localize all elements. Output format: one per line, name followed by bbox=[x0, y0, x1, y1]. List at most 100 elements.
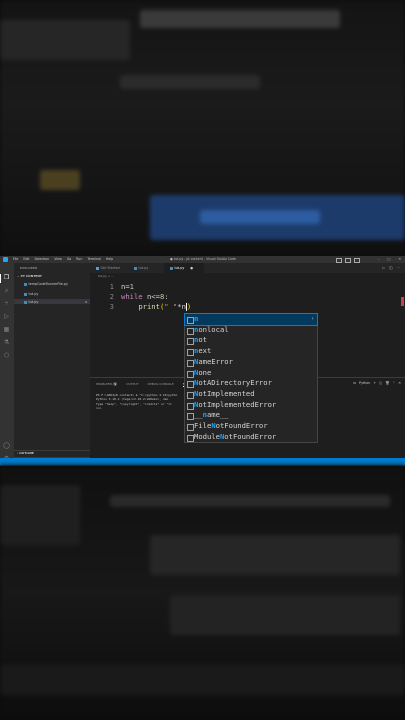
suggestion-label: NameError bbox=[194, 356, 233, 366]
suggestion-label: nonlocal bbox=[194, 324, 229, 334]
suggestion-item[interactable]: None bbox=[185, 368, 317, 379]
extensions-icon[interactable]: ▦ bbox=[3, 326, 10, 333]
suggestion-item[interactable]: NotADirectoryError bbox=[185, 378, 317, 389]
problems-count: 9 bbox=[113, 382, 118, 386]
explorer-sidebar: EXPLORER ⌄ PY CONTENT tempCodeRunnerFile… bbox=[14, 263, 90, 465]
add-terminal-icon[interactable]: + bbox=[373, 381, 376, 385]
cls-symbol-icon bbox=[187, 434, 194, 442]
minimize-icon[interactable]: – bbox=[378, 257, 380, 261]
python-file-icon bbox=[134, 266, 137, 270]
menu-view[interactable]: View bbox=[54, 257, 62, 261]
suggestion-item[interactable]: NameError bbox=[185, 357, 317, 368]
editor-actions: ▷ ◫ ⋯ bbox=[382, 266, 400, 270]
suggestion-label: None bbox=[194, 367, 212, 377]
suggestion-item[interactable]: NotImplementedError bbox=[185, 400, 317, 411]
file-item-selected[interactable]: tut.py bbox=[24, 300, 38, 304]
suggestion-label: n bbox=[194, 314, 199, 323]
search-icon[interactable]: ⌕ bbox=[3, 287, 10, 294]
python-file-icon bbox=[170, 266, 173, 270]
blur-shape bbox=[170, 595, 400, 635]
tab-tut-py-active[interactable]: tut.py ● bbox=[164, 263, 204, 273]
window-controls: – □ ✕ bbox=[378, 257, 401, 261]
menu-selection[interactable]: Selection bbox=[35, 257, 50, 261]
testing-icon[interactable]: ⚗ bbox=[3, 339, 10, 346]
blur-shape bbox=[200, 210, 320, 224]
outline-section[interactable]: › OUTLINE bbox=[17, 451, 34, 455]
terminal-output[interactable]: PS F:\ADDIy8 content> & "C:/python 3.10/… bbox=[96, 393, 177, 410]
var-symbol-icon bbox=[187, 391, 194, 399]
line-number: 1 bbox=[109, 282, 114, 291]
cls-symbol-icon bbox=[187, 424, 194, 431]
cls-symbol-icon bbox=[187, 402, 194, 410]
breadcrumb[interactable]: tut.py > ... bbox=[98, 274, 114, 278]
split-editor-icon[interactable]: ◫ bbox=[389, 266, 392, 270]
suggestion-item[interactable]: __name__ bbox=[185, 410, 317, 421]
suggestion-label: NotADirectoryError bbox=[194, 378, 272, 388]
source-control-icon[interactable]: ⑂ bbox=[3, 300, 10, 307]
suggestion-item[interactable]: NotImplemented bbox=[185, 389, 317, 400]
close-icon[interactable]: ✕ bbox=[398, 257, 401, 261]
file-name: tut.py bbox=[28, 292, 39, 296]
suggestion-label: next bbox=[194, 346, 212, 356]
panel-tabs: PROBLEMS9 OUTPUT DEBUG CONSOLE TERMINAL bbox=[96, 382, 199, 387]
split-terminal-icon[interactable]: ◫ bbox=[379, 381, 382, 385]
problems-badge: 9 bbox=[85, 300, 87, 304]
abc-symbol-icon bbox=[187, 317, 194, 324]
menu-file[interactable]: File bbox=[13, 257, 18, 261]
suggestion-item[interactable]: n › bbox=[184, 313, 318, 326]
suggestion-label: ModuleNotFoundError bbox=[194, 431, 277, 441]
blur-shape bbox=[0, 665, 405, 695]
remote-icon[interactable]: ⬡ bbox=[3, 352, 10, 359]
tab-label: Get Started bbox=[100, 266, 120, 270]
tab-label: tut.py bbox=[138, 266, 149, 270]
tab-debug-console[interactable]: DEBUG CONSOLE bbox=[148, 382, 174, 387]
trash-icon[interactable]: 🗑 bbox=[385, 381, 389, 385]
var-symbol-icon bbox=[187, 413, 194, 421]
tab-label: PROBLEMS bbox=[96, 382, 113, 386]
unsaved-dot-icon[interactable]: ● bbox=[190, 266, 193, 270]
menu-edit[interactable]: Edit bbox=[23, 257, 29, 261]
file-item[interactable]: tut.py bbox=[24, 292, 38, 296]
menu-go[interactable]: Go bbox=[67, 257, 71, 261]
kw-symbol-icon bbox=[187, 370, 194, 378]
explorer-icon[interactable]: ❐ bbox=[3, 274, 10, 281]
menu-terminal[interactable]: Terminal bbox=[87, 257, 100, 261]
tab-problems[interactable]: PROBLEMS 9 bbox=[96, 382, 118, 387]
suggestion-label: __name__ bbox=[194, 410, 229, 420]
maximize-icon[interactable]: □ bbox=[387, 257, 390, 261]
suggestion-item[interactable]: FileNotFoundError bbox=[185, 421, 317, 432]
chevron-up-icon[interactable]: ⌃ bbox=[392, 381, 395, 385]
tab-output[interactable]: OUTPUT bbox=[126, 382, 138, 387]
suggestion-item[interactable]: not bbox=[185, 335, 317, 346]
run-debug-icon[interactable]: ▷ bbox=[3, 313, 10, 320]
suggestion-label: NotImplemented bbox=[194, 388, 255, 398]
terminal-shell-label[interactable]: Python bbox=[359, 381, 370, 385]
chevron-right-icon[interactable]: › bbox=[311, 314, 314, 325]
file-item[interactable]: tempCodeRunnerFile.py bbox=[24, 282, 68, 286]
more-actions-icon[interactable]: ⋯ bbox=[397, 266, 401, 270]
terminal-shell-icon: ⊡ bbox=[353, 381, 356, 385]
explorer-header: EXPLORER bbox=[20, 266, 38, 270]
close-panel-icon[interactable]: ✕ bbox=[398, 381, 401, 385]
menu-help[interactable]: Help bbox=[106, 257, 113, 261]
suggestion-item[interactable]: nonlocal bbox=[185, 325, 317, 336]
fn-symbol-icon bbox=[187, 349, 194, 357]
terminal-line: >>> bbox=[96, 405, 102, 410]
suggestion-label: FileNotFoundError bbox=[194, 421, 268, 430]
window-title: ● tut.py - pt content - Visual Studio Co… bbox=[170, 257, 236, 261]
tab-label: tut.py bbox=[174, 266, 185, 270]
python-file-icon bbox=[24, 292, 27, 296]
menu-run[interactable]: Run bbox=[76, 257, 82, 261]
blurred-background-bottom bbox=[0, 465, 405, 720]
account-icon[interactable]: ◯ bbox=[3, 442, 10, 449]
code-line-1: n=1 bbox=[121, 282, 134, 291]
suggestion-item[interactable]: ModuleNotFoundError bbox=[185, 432, 317, 443]
autocomplete-suggestions: n › nonlocal not next NameError None NotADirect… bbox=[184, 313, 318, 443]
folder-section[interactable]: ⌄ PY CONTENT bbox=[17, 274, 42, 278]
activity-bar: ❐ ⌕ ⑂ ▷ ▦ ⚗ ⬡ ◯ ⚙ bbox=[0, 263, 14, 465]
cls-symbol-icon bbox=[187, 381, 194, 389]
suggestion-label: not bbox=[194, 335, 207, 345]
tab-tut-py[interactable]: tut.py bbox=[128, 263, 166, 273]
suggestion-item[interactable]: next bbox=[185, 346, 317, 357]
run-icon[interactable]: ▷ bbox=[382, 266, 385, 270]
